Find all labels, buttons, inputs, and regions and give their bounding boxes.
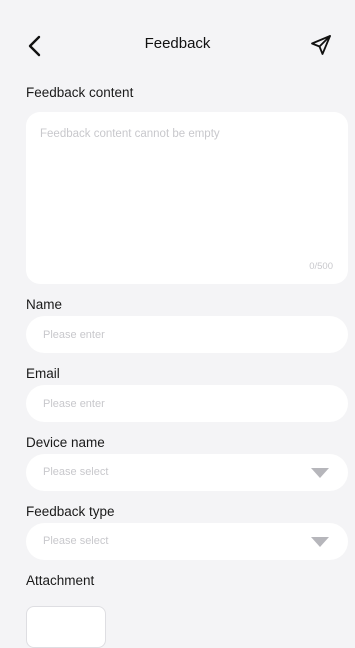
feedback-type-placeholder: Please select bbox=[43, 535, 109, 547]
email-field[interactable] bbox=[26, 385, 348, 422]
device-name-label: Device name bbox=[26, 435, 105, 450]
send-icon[interactable] bbox=[309, 33, 333, 57]
feedback-content-label: Feedback content bbox=[26, 85, 134, 100]
dropdown-arrow-icon bbox=[311, 537, 329, 547]
feedback-content-box[interactable]: 0/500 bbox=[26, 112, 348, 284]
page-title: Feedback bbox=[144, 35, 211, 52]
email-label: Email bbox=[26, 366, 60, 381]
attachment-label: Attachment bbox=[26, 573, 95, 588]
name-input[interactable] bbox=[43, 316, 323, 353]
character-counter: 0/500 bbox=[309, 261, 333, 272]
feedback-type-select[interactable]: Please select bbox=[26, 523, 348, 560]
feedback-content-textarea[interactable] bbox=[40, 128, 330, 248]
device-name-select[interactable]: Please select bbox=[26, 454, 348, 491]
feedback-type-label: Feedback type bbox=[26, 504, 115, 519]
header-bar: Feedback bbox=[0, 24, 355, 66]
attachment-upload-box[interactable] bbox=[26, 606, 106, 648]
device-name-placeholder: Please select bbox=[43, 466, 109, 478]
email-input[interactable] bbox=[43, 385, 323, 422]
name-label: Name bbox=[26, 297, 63, 312]
name-field[interactable] bbox=[26, 316, 348, 353]
dropdown-arrow-icon bbox=[311, 468, 329, 478]
